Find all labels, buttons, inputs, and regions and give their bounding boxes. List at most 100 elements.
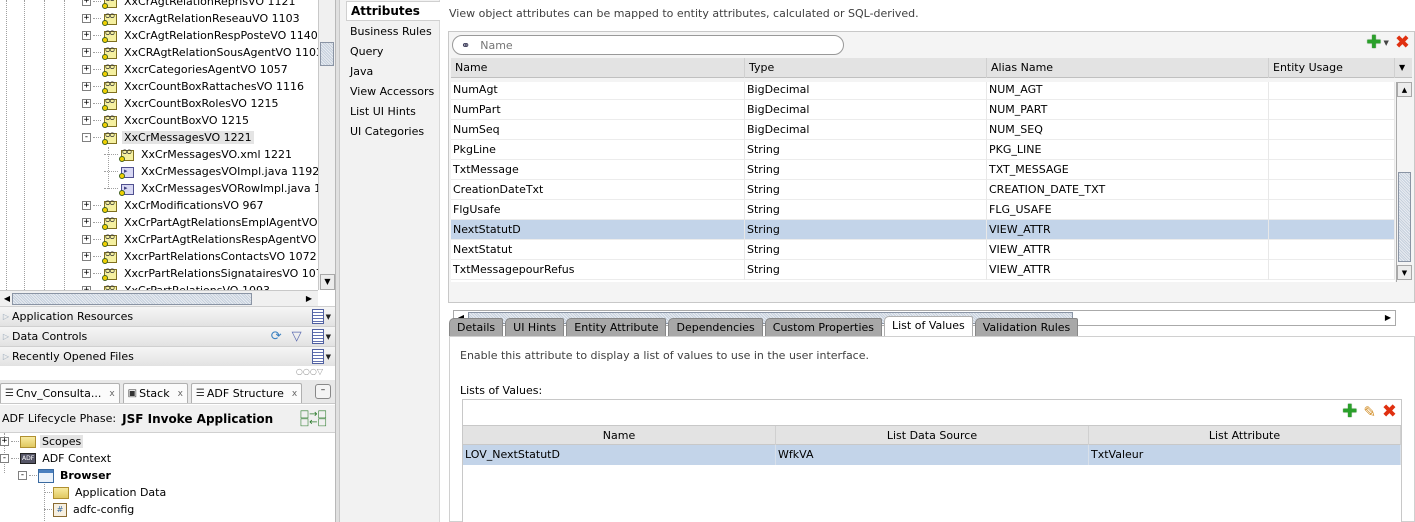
search-input[interactable]: [480, 38, 821, 52]
expand-icon[interactable]: +: [82, 218, 91, 227]
expand-icon[interactable]: +: [82, 0, 91, 6]
close-icon[interactable]: x: [109, 389, 114, 399]
scroll-right-arrow[interactable]: ▶: [302, 292, 316, 306]
table-row[interactable]: NumSeq BigDecimal NUM_SEQ: [451, 120, 1395, 140]
scroll-thumb[interactable]: [1398, 172, 1411, 262]
project-tree[interactable]: + ᴑᴑ XxCrAgtRelationReprisVO 1121 + ᴑᴑ XxcrAg…: [0, 0, 318, 290]
accordion-data-controls[interactable]: ▷ Data Controls ⟳ ▽ ▼: [0, 326, 335, 346]
table-row[interactable]: NextStatut String VIEW_ATTR: [451, 240, 1395, 260]
column-chooser-icon[interactable]: ▼: [1395, 58, 1412, 78]
nav-item-view-accessors[interactable]: View Accessors: [346, 81, 440, 101]
close-icon[interactable]: x: [178, 389, 183, 399]
tab-ui-hints[interactable]: UI Hints: [505, 318, 565, 336]
table-row[interactable]: PkgLine String PKG_LINE: [451, 140, 1395, 160]
expand-icon[interactable]: +: [82, 65, 91, 74]
minimize-button[interactable]: –: [315, 384, 331, 399]
expand-icon[interactable]: +: [82, 269, 91, 278]
tree-vertical-scrollbar[interactable]: ▼: [318, 0, 335, 290]
collapse-icon[interactable]: -: [0, 454, 9, 463]
add-icon[interactable]: ✚: [1342, 403, 1357, 421]
chevron-down-icon[interactable]: ▼: [1384, 39, 1389, 47]
nav-item-query[interactable]: Query: [346, 41, 440, 61]
tab-structure[interactable]: ☰ Cnv_Consulta... x: [0, 383, 120, 403]
expand-icon[interactable]: +: [82, 31, 91, 40]
tree-node[interactable]: + ᴑᴑ XxCRAgtRelationSousAgentVO 1103: [82, 44, 318, 61]
tab-entity-attribute[interactable]: Entity Attribute: [566, 318, 667, 336]
expand-icon[interactable]: +: [82, 116, 91, 125]
add-icon[interactable]: ✚: [1366, 34, 1381, 52]
tree-node[interactable]: +ᴑᴑXxCrPartRelationsVO 1093: [82, 282, 272, 290]
table-row[interactable]: LOV_NextStatutD WfkVA TxtValeur: [463, 445, 1401, 465]
tree-node-adfc-config[interactable]: # adfc-config: [44, 501, 136, 518]
tab-details[interactable]: Details: [449, 318, 504, 336]
tree-node-browser[interactable]: - Browser: [18, 467, 113, 484]
table-row[interactable]: FlgUsafe String FLG_USAFE: [451, 200, 1395, 220]
accordion-recently-opened-files[interactable]: ▷ Recently Opened Files ▼: [0, 346, 335, 366]
nav-item-attributes[interactable]: Attributes: [346, 1, 440, 21]
expand-icon[interactable]: +: [82, 82, 91, 91]
table-row[interactable]: NumPart BigDecimal NUM_PART: [451, 100, 1395, 120]
column-header-list-data-source[interactable]: List Data Source: [776, 426, 1089, 445]
collapse-icon[interactable]: -: [82, 133, 91, 142]
chevron-down-icon[interactable]: ▼: [326, 353, 331, 361]
column-header-list-attribute[interactable]: List Attribute: [1089, 426, 1401, 445]
tree-node[interactable]: + ᴑᴑ XxCrPartAgtRelationsRespAgentVO 1072: [82, 231, 318, 248]
scroll-thumb[interactable]: [320, 42, 334, 66]
tree-node[interactable]: + ᴑᴑ XxcrCategoriesAgentVO 1057: [82, 61, 290, 78]
tree-node[interactable]: + ᴑᴑ XxCrAgtRelationReprisVO 1121: [82, 0, 298, 10]
tree-node[interactable]: + ᴑᴑ XxcrAgtRelationReseauVO 1103: [82, 10, 302, 27]
tree-node[interactable]: - ᴑᴑ XxCrMessagesVO 1221: [82, 129, 254, 146]
tree-node[interactable]: + ᴑᴑ XxcrCountBoxVO 1215: [82, 112, 251, 129]
expand-icon[interactable]: +: [82, 99, 91, 108]
tree-node[interactable]: + ᴑᴑ XxcrPartRelationsSignatairesVO 1072: [82, 265, 318, 282]
tab-dependencies[interactable]: Dependencies: [668, 318, 763, 336]
edit-icon[interactable]: ✎: [1363, 404, 1376, 420]
delete-icon[interactable]: ✖: [1395, 34, 1410, 52]
column-header-alias[interactable]: Alias Name: [987, 58, 1269, 78]
column-header-name[interactable]: Name: [463, 426, 776, 445]
tree-node[interactable]: + ᴑᴑ XxCrPartAgtRelationsEmplAgentVO 1072: [82, 214, 318, 231]
tree-node[interactable]: ▸ XxCrMessagesVOImpl.java 1192: [104, 163, 318, 180]
scroll-thumb[interactable]: [12, 293, 252, 305]
expand-icon[interactable]: +: [82, 48, 91, 57]
panel-menu-icon[interactable]: [311, 309, 324, 324]
nav-item-business-rules[interactable]: Business Rules: [346, 21, 440, 41]
tree-node[interactable]: ▸ XxCrMessagesVORowImpl.java 1211: [104, 180, 318, 197]
table-vertical-scrollbar[interactable]: ▲ ▼: [1396, 82, 1412, 282]
filter-icon[interactable]: ▽: [292, 329, 302, 344]
overflow-menu-icon[interactable]: ○○○▽: [0, 367, 335, 379]
chevron-down-icon[interactable]: ▼: [326, 313, 331, 321]
close-icon[interactable]: x: [292, 389, 297, 399]
chevron-down-icon[interactable]: ▼: [326, 333, 331, 341]
tab-stack[interactable]: ▣ Stack x: [122, 383, 188, 403]
tree-node-application-data[interactable]: Application Data: [44, 484, 168, 501]
delete-icon[interactable]: ✖: [1382, 403, 1397, 421]
tree-node-adf-context[interactable]: - ADF ADF Context: [0, 450, 113, 467]
expand-icon[interactable]: +: [82, 252, 91, 261]
tree-node[interactable]: + ᴑᴑ XxcrCountBoxRolesVO 1215: [82, 95, 280, 112]
column-header-entity-usage[interactable]: Entity Usage: [1269, 58, 1395, 78]
tab-list-of-values[interactable]: List of Values: [884, 316, 973, 336]
scroll-right-arrow[interactable]: ▶: [1381, 311, 1395, 325]
table-row[interactable]: TxtMessage String TXT_MESSAGE: [451, 160, 1395, 180]
table-row[interactable]: CreationDateTxt String CREATION_DATE_TXT: [451, 180, 1395, 200]
expand-icon[interactable]: +: [82, 235, 91, 244]
tree-node[interactable]: + ᴑᴑ XxCrModificationsVO 967: [82, 197, 266, 214]
tree-horizontal-scrollbar[interactable]: ◀ ▶: [0, 290, 318, 306]
attribute-search[interactable]: ⚭: [452, 35, 844, 55]
nav-item-java[interactable]: Java: [346, 61, 440, 81]
refresh-icon[interactable]: ⟳: [271, 329, 282, 344]
table-row[interactable]: TxtMessagepourRefus String VIEW_ATTR: [451, 260, 1395, 280]
tree-node[interactable]: ᴑᴑ XxCrMessagesVO.xml 1221: [104, 146, 294, 163]
tab-adf-structure[interactable]: ☰ ADF Structure x: [190, 383, 303, 403]
panel-menu-icon[interactable]: [311, 349, 324, 364]
tab-validation-rules[interactable]: Validation Rules: [974, 318, 1079, 336]
tree-node[interactable]: + ᴑᴑ XxCrAgtRelationRespPosteVO 1140: [82, 27, 318, 44]
sync-icon[interactable]: □→□ □←□: [300, 410, 327, 428]
accordion-application-resources[interactable]: ▷ Application Resources ▼: [0, 306, 335, 326]
column-header-type[interactable]: Type: [745, 58, 987, 78]
table-row[interactable]: NumAgt BigDecimal NUM_AGT: [451, 82, 1395, 100]
tab-custom-properties[interactable]: Custom Properties: [764, 318, 882, 336]
expand-icon[interactable]: +: [82, 14, 91, 23]
expand-icon[interactable]: +: [0, 437, 9, 446]
